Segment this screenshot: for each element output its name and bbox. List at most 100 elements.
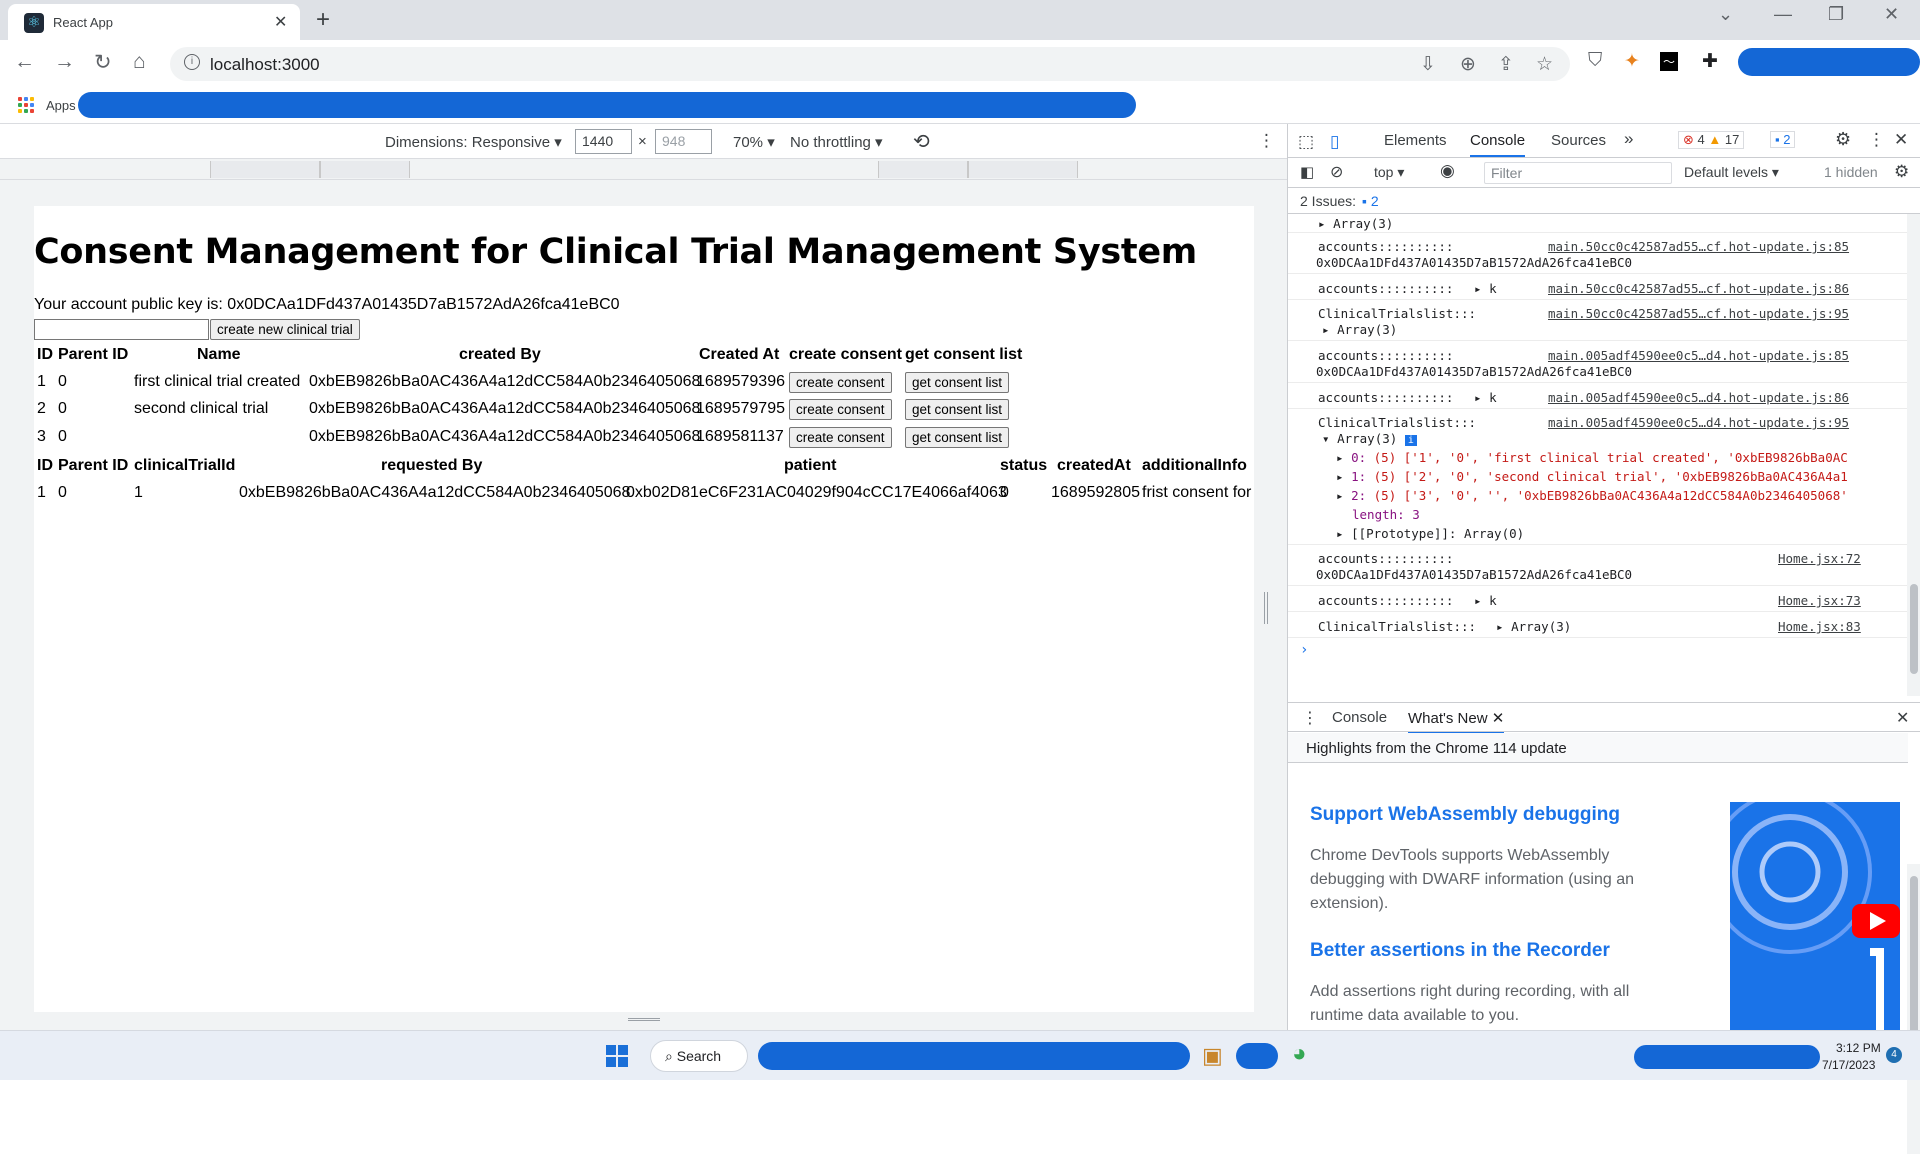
media-query-ruler[interactable] <box>0 159 1287 180</box>
devtools-close-icon[interactable]: ✕ <box>1894 130 1908 150</box>
live-expression-eye-icon[interactable]: ◉ <box>1440 161 1455 181</box>
log-array-collapsed[interactable]: ▸ Array(3) <box>1322 322 1397 337</box>
tab-close-icon[interactable]: ✕ <box>274 12 287 32</box>
metamask-extension-icon[interactable]: ✦ <box>1624 50 1640 73</box>
throttling-dropdown[interactable]: No throttling ▾ <box>790 133 883 151</box>
console-settings-icon[interactable]: ⚙ <box>1894 162 1909 182</box>
trial-1-create-consent-button[interactable]: create consent <box>789 372 892 393</box>
log-source-link[interactable]: main.50cc0c42587ad55…cf.hot-update.js:95 <box>1548 306 1849 321</box>
log-object-k[interactable]: ▸ k <box>1474 593 1497 608</box>
log-source-link[interactable]: main.005adf4590ee0c5…d4.hot-update.js:95 <box>1548 415 1849 430</box>
inspect-element-icon[interactable]: ⬚ <box>1298 132 1314 152</box>
viewport-height-handle[interactable] <box>628 1018 660 1021</box>
trial-1-get-consent-list-button[interactable]: get consent list <box>905 372 1010 393</box>
clinical-trial-name-input[interactable] <box>34 319 209 340</box>
log-object-k[interactable]: ▸ k <box>1474 390 1497 405</box>
browser-tab[interactable]: ⚛ React App ✕ <box>8 4 300 40</box>
clock-time[interactable]: 3:12 PM <box>1836 1041 1881 1055</box>
rotate-icon[interactable]: ⟲ <box>913 129 930 154</box>
drawer-close-icon[interactable]: ✕ <box>1896 708 1909 728</box>
taskbar-app-box-icon[interactable]: ▣ <box>1202 1043 1223 1069</box>
new-tab-icon[interactable]: + <box>316 6 330 34</box>
console-log[interactable]: ▸ Array(3) accounts:::::::::: main.50cc0… <box>1288 214 1908 696</box>
bookmark-star-icon[interactable]: ☆ <box>1536 53 1553 76</box>
sidebar-toggle-icon[interactable]: ◧ <box>1300 163 1314 181</box>
log-source-link[interactable]: Home.jsx:73 <box>1778 593 1861 608</box>
log-source-link[interactable]: main.50cc0c42587ad55…cf.hot-update.js:85 <box>1548 239 1849 254</box>
devtools-settings-icon[interactable]: ⚙ <box>1835 129 1851 150</box>
log-array-expanded[interactable]: ▾ Array(3) i <box>1322 431 1417 446</box>
back-icon[interactable]: ← <box>14 50 35 74</box>
trial-3-get-consent-list-button[interactable]: get consent list <box>905 427 1010 448</box>
zoom-dropdown[interactable]: 70% ▾ <box>733 133 775 151</box>
zoom-icon[interactable]: ⊕ <box>1460 53 1476 76</box>
log-source-link[interactable]: main.005adf4590ee0c5…d4.hot-update.js:86 <box>1548 390 1849 405</box>
trial-2-create-consent-button[interactable]: create consent <box>789 399 892 420</box>
whats-new-heading-2[interactable]: Better assertions in the Recorder <box>1310 940 1610 962</box>
log-array-entry-2[interactable]: ▸ 2: (5) ['3', '0', '', '0xbEB9826bBa0AC… <box>1336 488 1848 503</box>
tab-elements[interactable]: Elements <box>1384 132 1447 149</box>
restore-icon[interactable]: ❐ <box>1828 4 1844 25</box>
log-source-link[interactable]: main.50cc0c42587ad55…cf.hot-update.js:86 <box>1548 281 1849 296</box>
url-text[interactable]: localhost:3000 <box>210 55 320 75</box>
trial-2-get-consent-list-button[interactable]: get consent list <box>905 399 1010 420</box>
device-toolbar-more-icon[interactable]: ⋮ <box>1258 131 1275 151</box>
drawer-menu-icon[interactable]: ⋮ <box>1302 708 1318 728</box>
log-array-collapsed[interactable]: ▸ Array(3) <box>1318 216 1393 231</box>
issue-count[interactable]: ▪ 2 <box>1770 131 1796 148</box>
trial-3-create-consent-button[interactable]: create consent <box>789 427 892 448</box>
log-source-link[interactable]: Home.jsx:72 <box>1778 551 1861 566</box>
windows-start-icon[interactable] <box>606 1045 628 1067</box>
device-toggle-icon[interactable]: ▯ <box>1330 132 1339 152</box>
context-selector[interactable]: top ▾ <box>1374 164 1404 181</box>
error-warning-counts[interactable]: ⊗ 4 ▲ 17 <box>1678 131 1745 149</box>
log-levels-dropdown[interactable]: Default levels ▾ <box>1684 164 1779 181</box>
tab-search-icon[interactable]: ⌄ <box>1718 4 1733 25</box>
home-icon[interactable]: ⌂ <box>133 50 146 74</box>
log-array-entry-0[interactable]: ▸ 0: (5) ['1', '0', 'first clinical tria… <box>1336 450 1848 465</box>
height-input[interactable]: 948 <box>655 129 712 154</box>
log-array-entry-1[interactable]: ▸ 1: (5) ['2', '0', 'second clinical tri… <box>1336 469 1848 484</box>
share-icon[interactable]: ⇪ <box>1498 53 1514 76</box>
drawer-tab-whats-new[interactable]: What's New ✕ <box>1408 709 1505 734</box>
viewport-width-handle[interactable] <box>1264 592 1268 624</box>
issues-bar[interactable]: 2 Issues: ▪ 2 <box>1288 188 1920 214</box>
more-tabs-icon[interactable]: » <box>1624 129 1633 149</box>
extensions-puzzle-icon[interactable]: ✚ <box>1702 50 1718 73</box>
wave-extension-icon[interactable]: 〜 <box>1660 52 1679 71</box>
tab-console[interactable]: Console <box>1470 132 1526 157</box>
apps-grid-icon[interactable] <box>18 97 34 113</box>
devtools-menu-icon[interactable]: ⋮ <box>1868 130 1885 150</box>
log-array-collapsed[interactable]: ▸ Array(3) <box>1496 619 1571 634</box>
clock-date[interactable]: 7/17/2023 <box>1822 1058 1875 1072</box>
forward-icon[interactable]: → <box>54 50 75 74</box>
log-source-link[interactable]: Home.jsx:83 <box>1778 619 1861 634</box>
drawer-tab-console[interactable]: Console <box>1332 709 1387 726</box>
apps-label[interactable]: Apps <box>46 98 76 113</box>
install-icon[interactable]: ⇩ <box>1420 53 1436 76</box>
address-bar[interactable]: i localhost:3000 ⇩ ⊕ ⇪ ☆ <box>170 47 1570 81</box>
console-prompt-icon[interactable]: › <box>1300 642 1308 658</box>
console-filter-input[interactable]: Filter <box>1484 162 1672 184</box>
site-info-icon[interactable]: i <box>184 54 200 70</box>
log-object-k[interactable]: ▸ k <box>1474 281 1497 296</box>
close-whats-new-icon[interactable]: ✕ <box>1492 710 1505 727</box>
console-scrollbar[interactable] <box>1907 214 1920 696</box>
close-window-icon[interactable]: ✕ <box>1884 4 1899 25</box>
clear-console-icon[interactable]: ⊘ <box>1330 162 1343 182</box>
tab-sources[interactable]: Sources <box>1551 132 1606 149</box>
whats-new-heading-1[interactable]: Support WebAssembly debugging <box>1310 804 1620 826</box>
taskbar-search[interactable]: ⌕ Search <box>650 1040 748 1072</box>
create-new-clinical-trial-button[interactable]: create new clinical trial <box>210 319 360 340</box>
drawer-scrollbar[interactable] <box>1907 864 1920 1154</box>
whats-new-video-thumbnail[interactable] <box>1730 802 1900 1030</box>
shield-extension-icon[interactable]: ⛉ <box>1588 50 1602 72</box>
log-source-link[interactable]: main.005adf4590ee0c5…d4.hot-update.js:85 <box>1548 348 1849 363</box>
log-array-prototype[interactable]: ▸ [[Prototype]]: Array(0) <box>1336 526 1524 541</box>
width-input[interactable]: 1440 <box>575 129 632 154</box>
reload-icon[interactable]: ↻ <box>94 50 112 75</box>
dimensions-dropdown[interactable]: Dimensions: Responsive ▾ <box>385 133 562 151</box>
minimize-icon[interactable]: — <box>1774 4 1792 25</box>
notification-badge[interactable]: 4 <box>1886 1047 1902 1063</box>
chrome-taskbar-icon[interactable]: ◕ <box>1292 1040 1307 1068</box>
